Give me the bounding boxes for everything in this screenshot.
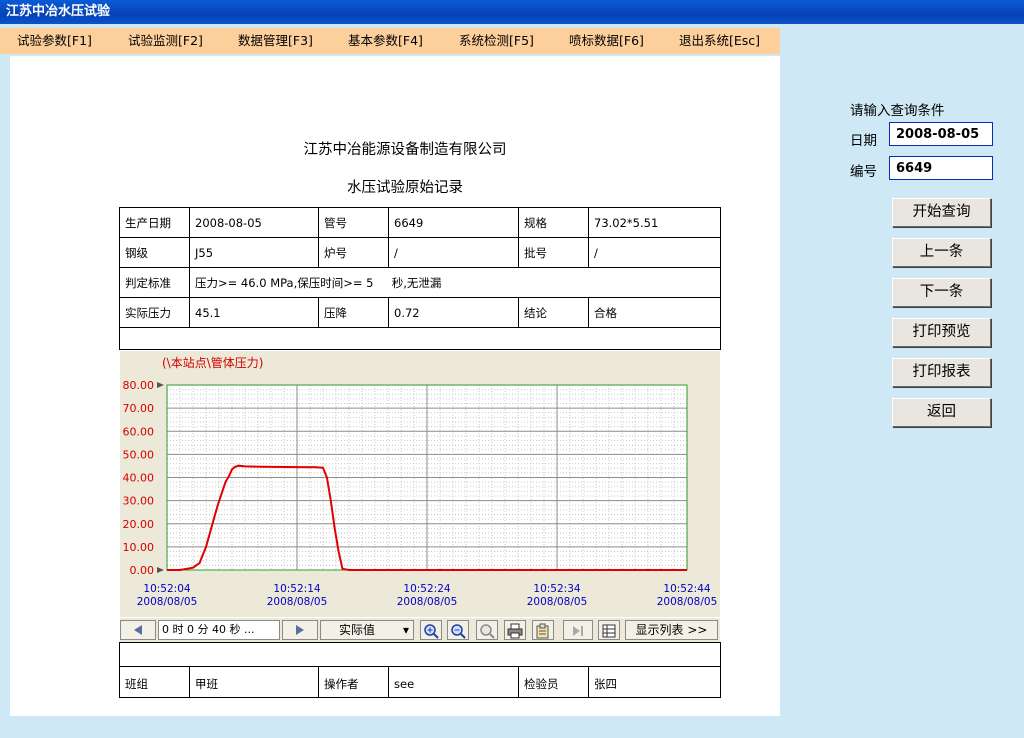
next-record-button[interactable]: 下一条 — [892, 278, 991, 307]
menu-stencil-data[interactable]: 喷标数据[F6] — [569, 28, 644, 54]
x-tick-time: 10:52:44 — [663, 583, 710, 595]
value-team: 甲班 — [195, 677, 218, 691]
value-operator: see — [394, 677, 415, 691]
menu-data-management[interactable]: 数据管理[F3] — [238, 28, 313, 54]
label-actual-pressure: 实际压力 — [125, 306, 171, 320]
label-heat-no: 炉号 — [324, 246, 347, 260]
menu-basic-params[interactable]: 基本参数[F4] — [348, 28, 423, 54]
x-tick-time: 10:52:04 — [143, 583, 190, 595]
menu-bar: 试验参数[F1] 试验监测[F2] 数据管理[F3] 基本参数[F4] 系统检测… — [0, 28, 780, 54]
print-preview-button[interactable]: 打印预览 — [892, 318, 991, 347]
x-tick-date: 2008/08/05 — [657, 596, 718, 608]
number-input[interactable] — [889, 156, 993, 180]
y-tick-label: 30.00 — [123, 495, 155, 508]
x-tick-date: 2008/08/05 — [137, 596, 198, 608]
value-steel-grade: J55 — [195, 246, 214, 260]
menu-system-check[interactable]: 系统检测[F5] — [459, 28, 534, 54]
back-button[interactable]: 返回 — [892, 398, 991, 427]
label-pipe-no: 管号 — [324, 216, 347, 230]
table-icon — [602, 624, 616, 638]
print-chart-button[interactable] — [504, 620, 526, 640]
chart-toolbar: 0 时 0 分 40 秒 ... 实际值 ▾ 显示列表 >> — [120, 618, 720, 642]
date-label: 日期 — [850, 133, 877, 149]
clipboard-icon — [536, 623, 549, 639]
value-mode-label: 实际值 — [339, 623, 376, 637]
label-criteria: 判定标准 — [125, 276, 171, 290]
y-tick-label: 10.00 — [123, 541, 155, 554]
zoom-in-icon — [424, 624, 439, 639]
value-mode-select[interactable]: 实际值 ▾ — [320, 620, 414, 640]
y-tick-label: 80.00 — [123, 379, 155, 392]
copy-chart-button[interactable] — [532, 620, 554, 640]
value-production-date: 2008-08-05 — [195, 216, 262, 230]
show-list-button[interactable]: 显示列表 >> — [625, 620, 718, 640]
value-actual-pressure: 45.1 — [195, 306, 221, 320]
value-spec: 73.02*5.51 — [594, 216, 659, 230]
scroll-right-button[interactable] — [282, 620, 318, 640]
menu-test-params[interactable]: 试验参数[F1] — [17, 28, 92, 54]
arrow-left-icon — [134, 625, 142, 635]
x-tick-time: 10:52:24 — [403, 583, 450, 595]
zoom-out-icon — [451, 624, 466, 639]
menu-exit-system[interactable]: 退出系统[Esc] — [679, 28, 760, 54]
menu-test-monitor[interactable]: 试验监测[F2] — [128, 28, 203, 54]
value-inspector: 张四 — [594, 677, 617, 691]
chevron-down-icon: ▾ — [402, 623, 409, 637]
label-operator: 操作者 — [324, 677, 359, 691]
label-batch-no: 批号 — [524, 246, 547, 260]
previous-record-button[interactable]: 上一条 — [892, 238, 991, 267]
scroll-left-button[interactable] — [120, 620, 156, 640]
report-title: 水压试验原始记录 — [347, 180, 463, 196]
start-query-button[interactable]: 开始查询 — [892, 198, 991, 227]
y-min-marker — [157, 567, 164, 573]
label-conclusion: 结论 — [524, 306, 547, 320]
zoom-out-button[interactable] — [447, 620, 469, 640]
value-pressure-drop: 0.72 — [394, 306, 420, 320]
window-title: 江苏中冶水压试验 — [0, 0, 1024, 24]
x-tick-date: 2008/08/05 — [397, 596, 458, 608]
label-inspector: 检验员 — [524, 677, 559, 691]
value-conclusion: 合格 — [594, 306, 617, 320]
number-label: 编号 — [850, 164, 877, 180]
value-batch-no: / — [594, 246, 598, 260]
label-team: 班组 — [125, 677, 148, 691]
pressure-chart: (\本站点\管体压力) 80.00 70.00 60.00 50.00 40.00 30.0… — [123, 355, 718, 608]
x-tick-time: 10:52:14 — [273, 583, 320, 595]
value-heat-no: / — [394, 246, 398, 260]
duration-field[interactable]: 0 时 0 分 40 秒 ... — [158, 620, 280, 640]
y-tick-label: 70.00 — [123, 402, 155, 415]
y-tick-label: 20.00 — [123, 518, 155, 531]
y-tick-label: 60.00 — [123, 425, 155, 438]
data-table-button[interactable] — [598, 620, 620, 640]
pressure-chart-panel: (\本站点\管体压力) 80.00 70.00 60.00 50.00 40.00 30.0… — [120, 351, 720, 617]
query-prompt: 请输入查询条件 — [850, 103, 945, 119]
label-production-date: 生产日期 — [125, 216, 171, 230]
zoom-in-button[interactable] — [420, 620, 442, 640]
label-pressure-drop: 压降 — [324, 306, 347, 320]
value-pipe-no: 6649 — [394, 216, 424, 230]
arrow-right-icon — [296, 625, 304, 635]
y-tick-label: 0.00 — [130, 564, 155, 577]
skip-end-icon — [573, 626, 583, 636]
company-name: 江苏中冶能源设备制造有限公司 — [303, 142, 507, 158]
zoom-fit-icon — [480, 624, 495, 639]
y-tick-label: 50.00 — [123, 448, 155, 461]
label-spec: 规格 — [524, 216, 547, 230]
x-tick-time: 10:52:34 — [533, 583, 580, 595]
print-report-button[interactable]: 打印报表 — [892, 358, 991, 387]
y-tick-label: 40.00 — [123, 472, 155, 485]
x-tick-date: 2008/08/05 — [527, 596, 588, 608]
date-input[interactable] — [889, 122, 993, 146]
printer-icon — [507, 623, 523, 639]
y-max-marker — [157, 382, 164, 388]
zoom-reset-button[interactable] — [476, 620, 498, 640]
chart-title: (\本站点\管体压力) — [162, 355, 263, 370]
label-steel-grade: 钢级 — [125, 246, 148, 260]
x-tick-date: 2008/08/05 — [267, 596, 328, 608]
value-criteria: 压力>= 46.0 MPa,保压时间>= 5 秒,无泄漏 — [195, 276, 442, 290]
go-end-button[interactable] — [563, 620, 593, 640]
